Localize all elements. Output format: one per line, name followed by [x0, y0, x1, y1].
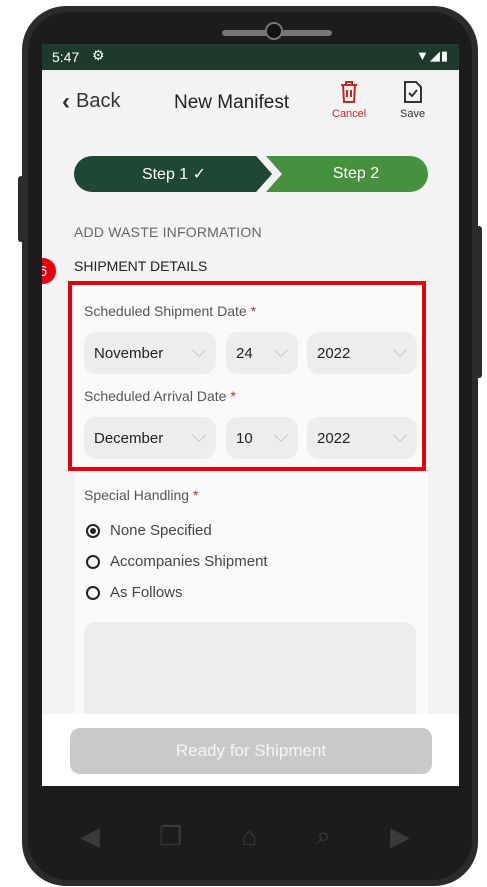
recent-apps-icon[interactable]: ❐ [159, 821, 182, 852]
cancel-label: Cancel [332, 108, 367, 120]
battery-icon: ▮ [440, 48, 449, 63]
save-button[interactable]: Save [400, 80, 425, 120]
shipment-details-heading: SHIPMENT DETAILS [74, 258, 208, 274]
radio-label: Accompanies Shipment [110, 553, 268, 570]
app-header: ‹ Back New Manifest Cancel Save [42, 70, 459, 136]
radio-as-follows[interactable]: As Follows [86, 584, 183, 601]
forward-triangle-icon[interactable]: ▶ [390, 821, 410, 852]
back-triangle-icon[interactable]: ◀ [80, 821, 100, 852]
status-bar: 5:47 ⚙ ▼◢▮ [42, 44, 459, 70]
chevron-left-icon: ‹ [62, 87, 70, 115]
status-icons: ▼◢▮ [416, 48, 449, 64]
signal-icon: ◢ [429, 48, 441, 63]
android-nav-bar: ◀ ❐ ⌂ ⌕ ▶ [80, 816, 410, 856]
page-title: New Manifest [174, 92, 290, 113]
special-handling-label: Special Handling * [84, 487, 198, 503]
step-2[interactable]: Step 2 [264, 156, 428, 192]
home-icon[interactable]: ⌂ [242, 821, 258, 852]
annotation-highlight-box [68, 281, 426, 471]
wifi-icon: ▼ [415, 48, 430, 63]
gear-icon: ⚙ [92, 47, 105, 63]
annotation-badge: 6 [42, 258, 56, 284]
radio-label: As Follows [110, 584, 183, 601]
step-arrow-separator [256, 156, 282, 192]
app-screen: 5:47 ⚙ ▼◢▮ ‹ Back New Manifest Cancel Sa… [42, 44, 459, 786]
radio-selected-icon [86, 523, 100, 538]
radio-unselected-icon [86, 554, 100, 569]
required-marker: * [192, 487, 199, 503]
step-progress: Step 1 ✓ Step 2 [74, 156, 428, 192]
save-document-icon [403, 81, 422, 103]
save-label: Save [400, 108, 426, 120]
volume-button [18, 176, 24, 242]
footer-bar: Ready for Shipment [42, 714, 459, 786]
special-handling-label-text: Special Handling [84, 487, 190, 503]
step-1[interactable]: Step 1 ✓ [74, 156, 274, 192]
ready-for-shipment-button[interactable]: Ready for Shipment [70, 728, 432, 774]
back-button[interactable]: ‹ Back [62, 87, 121, 115]
add-waste-heading: ADD WASTE INFORMATION [74, 224, 262, 240]
trash-icon [341, 81, 358, 103]
status-time: 5:47 [52, 49, 80, 65]
radio-label: None Specified [110, 522, 212, 539]
back-label: Back [76, 90, 121, 112]
front-camera [265, 22, 283, 40]
radio-unselected-icon [86, 585, 100, 600]
radio-accompanies-shipment[interactable]: Accompanies Shipment [86, 553, 268, 570]
cancel-button[interactable]: Cancel [332, 80, 366, 120]
radio-none-specified[interactable]: None Specified [86, 522, 212, 539]
search-icon[interactable]: ⌕ [316, 820, 331, 852]
power-button [476, 226, 482, 378]
